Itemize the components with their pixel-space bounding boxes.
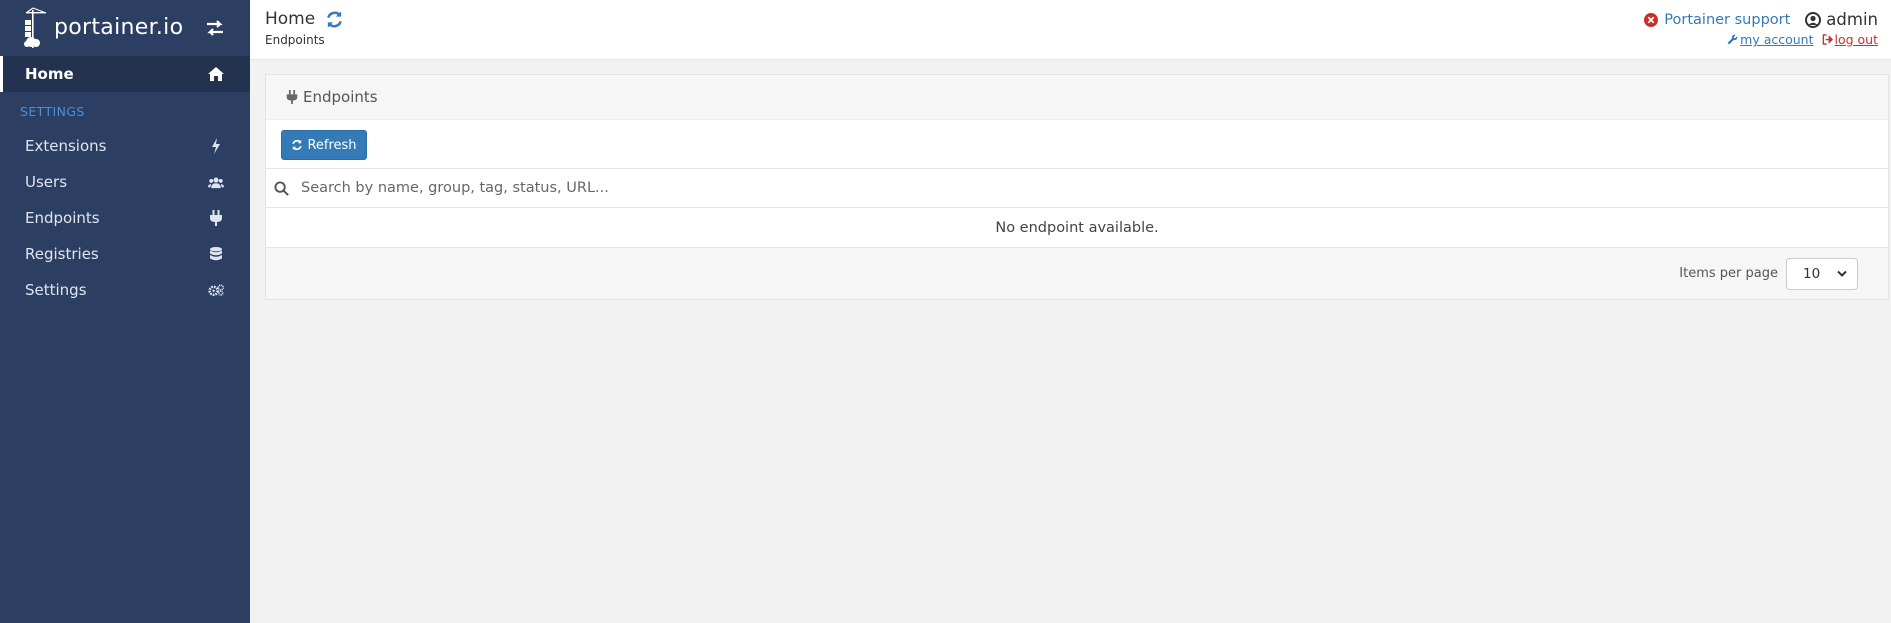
sign-out-icon — [1822, 34, 1833, 45]
empty-message: No endpoint available. — [266, 208, 1888, 248]
sidebar-item-settings[interactable]: Settings — [0, 272, 250, 308]
bolt-icon — [208, 138, 224, 154]
home-icon — [208, 66, 224, 82]
portainer-support-link[interactable]: Portainer support — [1644, 12, 1790, 28]
support-label: Portainer support — [1664, 11, 1791, 28]
items-per-page-select[interactable]: 10 — [1786, 257, 1858, 290]
refresh-icon — [292, 139, 303, 151]
brand: portainer.io — [0, 0, 250, 54]
sidebar-item-users[interactable]: Users — [0, 164, 250, 200]
refresh-button-label: Refresh — [307, 137, 357, 153]
username: admin — [1826, 10, 1878, 29]
page-title: Home — [265, 9, 344, 29]
users-icon — [208, 174, 224, 190]
portainer-logo-icon — [24, 7, 47, 48]
database-icon — [208, 246, 224, 262]
search-bar — [266, 169, 1888, 208]
sidebar-section-settings: SETTINGS — [20, 104, 85, 119]
sidebar-item-label: Endpoints — [25, 209, 100, 227]
panel-header: Endpoints — [266, 75, 1888, 120]
search-icon — [274, 180, 289, 196]
sidebar-item-endpoints[interactable]: Endpoints — [0, 200, 250, 236]
sidebar-item-label: Registries — [25, 245, 99, 263]
header-right: Portainer support admin — [1644, 10, 1878, 29]
page-title-text: Home — [265, 9, 316, 29]
user-circle-icon — [1805, 11, 1822, 28]
logo[interactable]: portainer.io — [22, 6, 183, 48]
sidebar-item-label: Home — [25, 65, 74, 83]
sidebar-item-label: Extensions — [25, 137, 107, 155]
my-account-label: my account — [1740, 32, 1814, 47]
sidebar-item-home[interactable]: Home — [0, 56, 250, 92]
panel-title: Endpoints — [303, 88, 378, 106]
sidebar: portainer.io Home SETTINGS Extensions Us… — [0, 0, 250, 623]
sidebar-toggle-icon[interactable] — [206, 20, 224, 36]
search-input[interactable] — [301, 180, 1801, 196]
user-display: admin — [1805, 10, 1878, 29]
sidebar-item-label: Settings — [25, 281, 87, 299]
items-per-page-label: Items per page — [1679, 266, 1778, 281]
plug-icon — [286, 90, 298, 104]
endpoints-panel: Endpoints Refresh No endpoint available.… — [265, 74, 1889, 300]
sidebar-item-extensions[interactable]: Extensions — [0, 128, 250, 164]
items-per-page-value: 10 — [1803, 265, 1821, 282]
chevron-down-icon — [1837, 270, 1847, 277]
account-links: my account log out — [1727, 32, 1878, 47]
wrench-icon — [1727, 34, 1738, 45]
log-out-label: log out — [1834, 32, 1879, 47]
sidebar-item-registries[interactable]: Registries — [0, 236, 250, 272]
pagination-footer: Items per page 10 — [266, 248, 1888, 299]
sidebar-item-label: Users — [25, 173, 68, 191]
plug-icon — [208, 210, 224, 226]
refresh-button[interactable]: Refresh — [281, 130, 367, 160]
log-out-link[interactable]: log out — [1822, 32, 1879, 47]
refresh-icon[interactable] — [325, 10, 344, 29]
cogs-icon — [208, 282, 224, 298]
brand-text: portainer.io — [54, 14, 184, 40]
top-header: Home Endpoints Portainer support admin m… — [250, 0, 1891, 60]
close-circle-icon — [1644, 12, 1659, 27]
my-account-link[interactable]: my account — [1727, 32, 1814, 47]
actions-bar: Refresh — [266, 120, 1888, 169]
breadcrumb: Endpoints — [265, 33, 325, 47]
